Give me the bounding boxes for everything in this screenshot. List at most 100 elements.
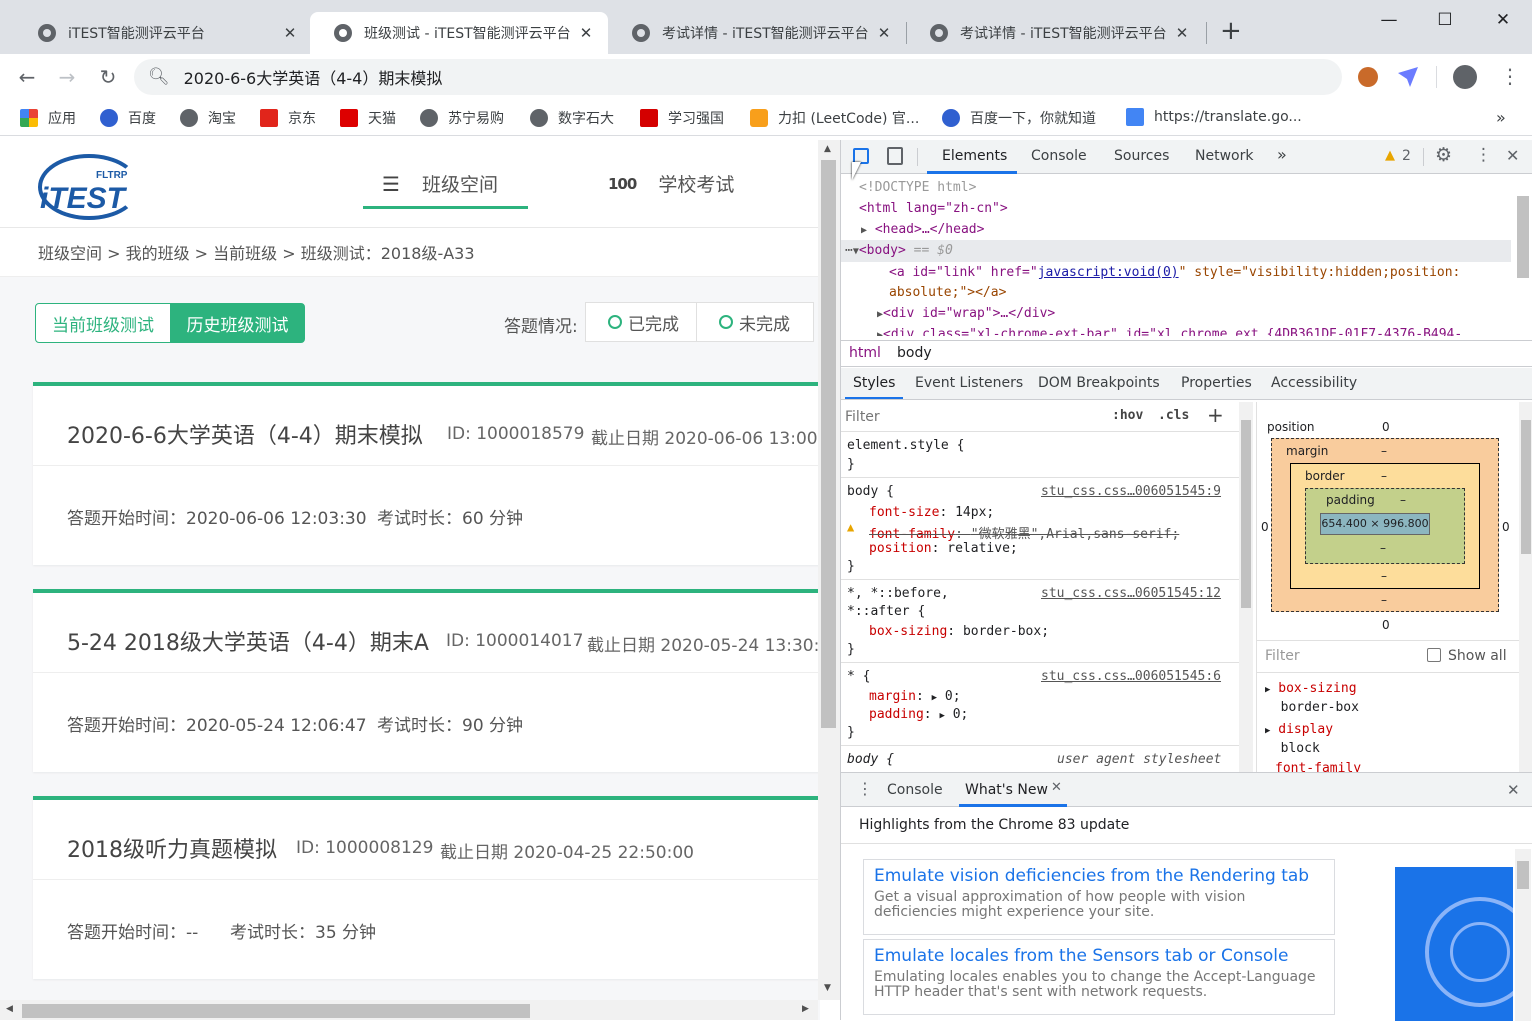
rule-universal-selector[interactable]: *, *::before, (847, 586, 949, 601)
exam-card[interactable]: 2020-6-6大学英语（4-4）期末模拟 ID: 1000018579 截止日… (33, 382, 820, 565)
dom-a-node[interactable]: <a id="link" href="javascript:void(0)" s… (889, 265, 1460, 280)
bookmark-tmall[interactable]: 天猫 (340, 108, 396, 128)
browser-tab-active[interactable]: 班级测试 - iTEST智能测评云平台 ✕ (310, 12, 608, 54)
cls-toggle[interactable]: .cls (1158, 408, 1189, 423)
whats-new-card[interactable]: Emulate locales from the Sensors tab or … (863, 939, 1335, 1015)
expand-arrow-icon[interactable]: ▶ (1265, 685, 1270, 695)
bookmark-upc[interactable]: 数字石大 (530, 108, 614, 128)
scrollbar-thumb[interactable] (22, 1004, 530, 1018)
browser-tab[interactable]: 考试详情 - iTEST智能测评云平台 ✕ (906, 12, 1204, 54)
devtools-tabs-overflow[interactable]: » (1277, 145, 1287, 164)
back-button[interactable]: ← (12, 62, 42, 92)
scroll-left-arrow[interactable]: ◀ (6, 1004, 13, 1014)
computed-prop-font-family[interactable]: font-family (1275, 761, 1361, 772)
reload-button[interactable]: ↻ (93, 62, 123, 92)
minimize-button[interactable]: — (1366, 6, 1412, 34)
rule-star-selector[interactable]: * { (847, 669, 870, 684)
expand-arrow-icon[interactable]: ▶ (861, 225, 867, 236)
bookmark-translate[interactable]: https://translate.go... (1126, 108, 1302, 126)
subtab-styles[interactable]: Styles (853, 375, 895, 391)
bookmark-xuexi[interactable]: 学习强国 (640, 108, 724, 128)
subtab-properties[interactable]: Properties (1181, 375, 1252, 391)
drawer-tab-console[interactable]: Console (887, 782, 943, 798)
extension-monkey-icon[interactable] (1358, 67, 1378, 87)
drawer-tab-whats-new[interactable]: What's New (965, 782, 1048, 798)
dom-div-wrap[interactable]: ▶<div id="wrap">…</div> (877, 306, 1055, 321)
styles-filter-input[interactable] (845, 406, 1095, 428)
scroll-down-arrow[interactable]: ▼ (824, 983, 831, 993)
page-horizontal-scrollbar[interactable]: ◀ ▶ (0, 1000, 818, 1020)
decl-padding[interactable]: padding: ▶ 0; (869, 707, 968, 722)
expand-arrow-icon[interactable]: ▶ (939, 711, 944, 721)
chrome-menu-icon[interactable]: ⋮ (1500, 64, 1520, 88)
rule-source-link[interactable]: stu_css.css…006051545:6 (1041, 669, 1221, 684)
scroll-right-arrow[interactable]: ▶ (802, 1004, 809, 1014)
dom-body-node[interactable]: ⋯▼<body> == $0 (845, 243, 953, 258)
page-vertical-scrollbar[interactable]: ▲ ▼ (818, 140, 840, 1000)
close-tab-icon[interactable]: ✕ (874, 24, 894, 42)
close-tab-icon[interactable]: ✕ (1172, 24, 1192, 42)
decl-position[interactable]: position: relative; (869, 541, 1018, 556)
rule-body-selector[interactable]: body { (847, 484, 894, 499)
crumb-body[interactable]: body (897, 345, 932, 361)
show-all-checkbox[interactable] (1427, 648, 1441, 662)
browser-tab[interactable]: iTEST智能测评云平台 ✕ (14, 12, 312, 54)
close-devtools-icon[interactable]: ✕ (1506, 146, 1519, 165)
drawer-menu-icon[interactable]: ⋮ (857, 779, 873, 798)
hov-toggle[interactable]: :hov (1112, 408, 1143, 423)
dom-div-ext[interactable]: ▶<div class="xl-chrome-ext-bar" id="xl_c… (877, 327, 1462, 336)
expand-arrow-icon[interactable]: ▶ (932, 693, 937, 703)
maximize-button[interactable]: ☐ (1422, 6, 1468, 34)
subtab-dom-breakpoints[interactable]: DOM Breakpoints (1038, 375, 1160, 391)
bookmark-apps[interactable]: 应用 (20, 108, 76, 128)
devtools-menu-icon[interactable]: ⋮ (1475, 145, 1492, 165)
computed-prop-display[interactable]: ▶ display block (1265, 721, 1333, 758)
bookmarks-overflow[interactable]: » (1496, 108, 1506, 127)
close-tab-icon[interactable]: ✕ (576, 24, 596, 42)
bookmark-leetcode[interactable]: 力扣 (LeetCode) 官... (750, 108, 919, 128)
device-toolbar-icon[interactable] (887, 147, 903, 165)
devtools-tab-console[interactable]: Console (1031, 148, 1087, 164)
browser-tab[interactable]: 考试详情 - iTEST智能测评云平台 ✕ (608, 12, 906, 54)
expand-arrow-icon[interactable]: ▶ (1265, 726, 1270, 736)
dom-scrollbar-thumb[interactable] (1517, 196, 1529, 278)
scrollbar-thumb[interactable] (1517, 861, 1529, 889)
decl-font-family-overridden[interactable]: font-family: "微软雅黑",Arial,sans-serif; (869, 523, 1179, 542)
devtools-tab-network[interactable]: Network (1195, 148, 1253, 164)
rule-source-link[interactable]: stu_css.css…06051545:12 (1041, 586, 1221, 601)
tab-current-class-test[interactable]: 当前班级测试 (35, 303, 171, 343)
bookmark-baidu-search[interactable]: 百度一下，你就知道 (942, 108, 1096, 128)
rule-source-link[interactable]: stu_css.css…006051545:9 (1041, 484, 1221, 499)
card-title[interactable]: Emulate vision deficiencies from the Ren… (874, 866, 1324, 886)
drawer-scrollbar[interactable] (1515, 849, 1531, 1021)
tab-history-class-test[interactable]: 历史班级测试 (170, 303, 305, 343)
bookmark-taobao[interactable]: 淘宝 (180, 108, 236, 128)
bookmark-jd[interactable]: 京东 (260, 108, 316, 128)
forward-button[interactable]: → (52, 62, 82, 92)
scroll-up-arrow[interactable]: ▲ (824, 144, 831, 154)
box-model-scrollbar[interactable] (1519, 402, 1532, 772)
card-title[interactable]: Emulate locales from the Sensors tab or … (874, 946, 1324, 966)
subtab-accessibility[interactable]: Accessibility (1271, 375, 1357, 391)
warning-count[interactable]: 2 (1402, 148, 1411, 164)
filter-completed[interactable]: 已完成 (585, 302, 703, 342)
devtools-tab-sources[interactable]: Sources (1114, 148, 1169, 164)
exam-card[interactable]: 2018级听力真题模拟 ID: 1000008129 截止日期 2020-04-… (33, 796, 820, 979)
dom-head-node[interactable]: ▶ <head>…</head> (861, 222, 984, 237)
devtools-tab-elements[interactable]: Elements (942, 148, 1007, 164)
close-drawer-icon[interactable]: ✕ (1507, 781, 1520, 799)
scrollbar-thumb[interactable] (821, 160, 836, 728)
decl-font-size[interactable]: font-size: 14px; (869, 505, 994, 520)
whats-new-card[interactable]: Emulate vision deficiencies from the Ren… (863, 859, 1335, 935)
scrollbar-thumb[interactable] (1241, 420, 1251, 608)
profile-avatar-icon[interactable] (1453, 65, 1477, 89)
filter-incomplete[interactable]: 未完成 (696, 302, 814, 342)
new-style-rule-icon[interactable]: + (1207, 403, 1224, 427)
close-window-button[interactable]: ✕ (1480, 6, 1526, 34)
new-tab-button[interactable]: + (1220, 16, 1242, 46)
warning-icon[interactable]: ▲ (1385, 148, 1395, 163)
scrollbar-thumb[interactable] (1521, 420, 1531, 554)
extension-bird-icon[interactable] (1398, 67, 1418, 87)
computed-filter[interactable]: Filter (1265, 648, 1300, 664)
styles-scrollbar[interactable] (1239, 402, 1253, 772)
